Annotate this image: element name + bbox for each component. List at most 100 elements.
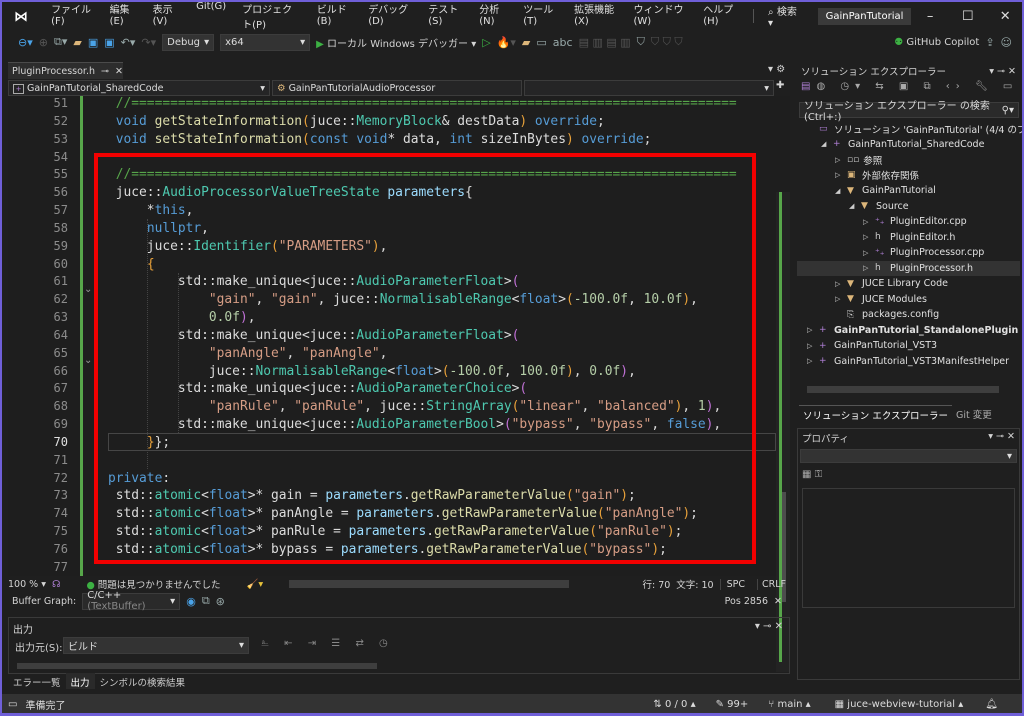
- expand-arrow-icon[interactable]: ◢: [835, 187, 843, 195]
- forward-icon[interactable]: ⊕: [39, 36, 48, 49]
- menu-item[interactable]: テスト(S): [420, 1, 471, 31]
- bookmark-icon[interactable]: ⛉: [637, 35, 645, 49]
- fold-icon[interactable]: ⌄: [84, 355, 92, 366]
- expand-arrow-icon[interactable]: ▷: [807, 357, 815, 365]
- platform-select[interactable]: x64 ▾: [220, 33, 311, 51]
- expand-arrow-icon[interactable]: ▷: [835, 295, 843, 303]
- graph-settings-icon[interactable]: ⊛: [216, 595, 225, 608]
- tab-solution-explorer[interactable]: ソリューション エクスプローラー: [799, 405, 953, 424]
- tab-output[interactable]: 出力: [65, 673, 95, 689]
- tree-item[interactable]: ◢ + GainPanTutorial_SharedCode: [821, 137, 984, 153]
- char-indicator[interactable]: 文字: 10: [676, 577, 713, 591]
- tree-item[interactable]: ▷ ▼ JUCE Modules: [835, 292, 927, 308]
- solution-search-input[interactable]: ソリューション エクスプローラー の検索 (Ctrl+:) ⚲▾: [799, 101, 1019, 123]
- open-folder-icon[interactable]: ▰: [73, 36, 81, 49]
- whitespace-indicator[interactable]: SPC: [719, 578, 751, 590]
- properties-object-select[interactable]: ▾: [800, 449, 1017, 463]
- copy-graph-icon[interactable]: ⧉: [202, 594, 210, 608]
- bookmark-nav-icon[interactable]: ⛉ ⛉ ⛉: [651, 35, 683, 49]
- configuration-select[interactable]: Debug ▾: [162, 33, 215, 51]
- issues-status[interactable]: ● 問題は見つかりませんでした: [86, 577, 220, 591]
- close-button[interactable]: ✕: [986, 9, 1024, 24]
- menu-item[interactable]: 表示(V): [145, 1, 189, 31]
- save-all-icon[interactable]: ▣: [104, 36, 114, 49]
- menu-item[interactable]: Git(G): [188, 1, 234, 31]
- panel-controls[interactable]: ▾ ⊸ ✕: [989, 66, 1016, 77]
- find-in-files-icon[interactable]: ▰: [522, 36, 530, 49]
- branch-status[interactable]: ⑂ main ▴: [768, 699, 810, 710]
- expand-arrow-icon[interactable]: ▷: [835, 171, 843, 179]
- expand-arrow-icon[interactable]: ▷: [835, 280, 843, 288]
- expand-arrow-icon[interactable]: ◢: [821, 140, 829, 148]
- tab-symbol-results[interactable]: シンボルの検索結果: [95, 673, 191, 689]
- menu-item[interactable]: ヘルプ(H): [695, 1, 747, 31]
- menu-item[interactable]: ビルド(B): [309, 1, 360, 31]
- member-nav-select[interactable]: ▾: [524, 80, 774, 96]
- menu-item[interactable]: ツール(T): [515, 1, 566, 31]
- tree-item[interactable]: ▷ + GainPanTutorial_StandalonePlugin: [807, 323, 1018, 339]
- tab-pluginprocessor-h[interactable]: PluginProcessor.h ⊸ ✕: [8, 62, 123, 79]
- tree-item[interactable]: ▷ ▣ 外部依存関係: [835, 168, 919, 184]
- line-indicator[interactable]: 行: 70: [642, 577, 670, 591]
- code-line[interactable]: void setStateInformation(const void* dat…: [108, 131, 652, 149]
- horizontal-scrollbar[interactable]: [289, 580, 570, 588]
- menu-item[interactable]: ファイル(F): [43, 1, 102, 31]
- expand-arrow-icon[interactable]: ▷: [807, 326, 815, 334]
- expand-arrow-icon[interactable]: ▷: [807, 342, 815, 350]
- output-panel-controls[interactable]: ▾ ⊸ ✕: [755, 621, 783, 632]
- tab-list-icon[interactable]: ▾ ⚙: [768, 64, 785, 75]
- notifications-icon[interactable]: 🔔︎: [985, 699, 998, 710]
- properties-toolbar[interactable]: ▦ ⚿: [798, 465, 1019, 484]
- output-hscrollbar[interactable]: [17, 663, 377, 669]
- close-tab-icon[interactable]: ✕: [115, 66, 123, 77]
- tab-error-list[interactable]: エラー一覧: [8, 673, 66, 689]
- tree-item[interactable]: ▷ ⁺₊ PluginEditor.cpp: [863, 214, 967, 230]
- share-icon[interactable]: ⇪: [985, 36, 994, 49]
- output-toolbar-icons[interactable]: ⎁ ⇤ ⇥ ☰ ⇄ ◷: [261, 638, 394, 649]
- code-line[interactable]: //======================================…: [108, 96, 737, 113]
- menu-item[interactable]: プロジェクト(P): [234, 1, 309, 31]
- start-without-debug-icon[interactable]: ▷: [482, 36, 490, 49]
- tree-item[interactable]: ⎘ packages.config: [835, 307, 939, 323]
- menu-item[interactable]: 分析(N): [471, 1, 515, 31]
- tree-item[interactable]: ▷ ▫▫ 参照: [835, 152, 882, 168]
- tree-item[interactable]: ◢ ▼ GainPanTutorial: [835, 183, 936, 199]
- tree-item[interactable]: ▷ h PluginProcessor.h: [797, 260, 1020, 276]
- expand-arrow-icon[interactable]: ▷: [863, 249, 871, 257]
- pin-icon[interactable]: ⊸: [101, 66, 109, 77]
- cleanup-icon[interactable]: 🧹▾: [247, 579, 264, 590]
- redo-icon[interactable]: ↷▾: [141, 36, 156, 49]
- spell-check-icon[interactable]: abc: [553, 36, 573, 49]
- back-icon[interactable]: ⊖▾: [18, 36, 33, 49]
- search-button[interactable]: ⌕ 検索 ▾: [760, 3, 808, 29]
- project-nav-select[interactable]: + GainPanTutorial_SharedCode ▾: [8, 80, 270, 96]
- menu-item[interactable]: 編集(E): [102, 1, 145, 31]
- repo-status[interactable]: ▦ juce-webview-tutorial ▴: [835, 699, 964, 710]
- maximize-button[interactable]: ☐: [949, 9, 987, 24]
- zoom-select[interactable]: 100 % ▾: [8, 579, 46, 590]
- expand-arrow-icon[interactable]: ◢: [849, 202, 857, 210]
- expand-arrow-icon[interactable]: ▷: [863, 233, 871, 241]
- minimize-button[interactable]: –: [911, 9, 949, 24]
- expand-arrow-icon[interactable]: ▷: [863, 218, 871, 226]
- tree-item[interactable]: ▷ ⁺₊ PluginProcessor.cpp: [863, 245, 984, 261]
- sync-status[interactable]: ⇅ 0 / 0 ▴: [653, 699, 695, 710]
- window-layout-icon[interactable]: ▭: [536, 36, 546, 49]
- tree-item[interactable]: ▷ + GainPanTutorial_VST3: [807, 338, 937, 354]
- tree-item[interactable]: ▭ ソリューション 'GainPanTutorial' (4/4 のプロジェクト: [807, 121, 1024, 137]
- split-icon[interactable]: ✚: [776, 80, 784, 96]
- fold-icon[interactable]: ⌄: [84, 284, 92, 295]
- comment-icon[interactable]: ▤ ▥ ▤ ▥: [579, 36, 631, 49]
- new-project-icon[interactable]: ⧉▾: [54, 35, 67, 49]
- github-copilot-button[interactable]: ⚉ GitHub Copilot: [894, 37, 979, 48]
- hot-reload-icon[interactable]: 🔥▾: [497, 36, 516, 49]
- line-ending-indicator[interactable]: CRLF: [757, 578, 790, 590]
- edits-status[interactable]: ✎ 99+: [716, 699, 749, 710]
- menu-item[interactable]: ウィンドウ(W): [625, 1, 695, 31]
- tree-item[interactable]: ▷ h PluginEditor.h: [863, 230, 955, 246]
- tree-item[interactable]: ◢ ▼ Source: [849, 199, 909, 215]
- tab-git-changes[interactable]: Git 変更: [952, 405, 996, 424]
- start-debugger-button[interactable]: ▶ ローカル Windows デバッガー ▾: [316, 35, 476, 50]
- expand-arrow-icon[interactable]: ▷: [863, 264, 871, 272]
- solution-toolbar-icons[interactable]: ▤◍ ◷▾ ⇆ ▣ ⧉ ‹› 🔧︎ ▭: [801, 81, 1018, 92]
